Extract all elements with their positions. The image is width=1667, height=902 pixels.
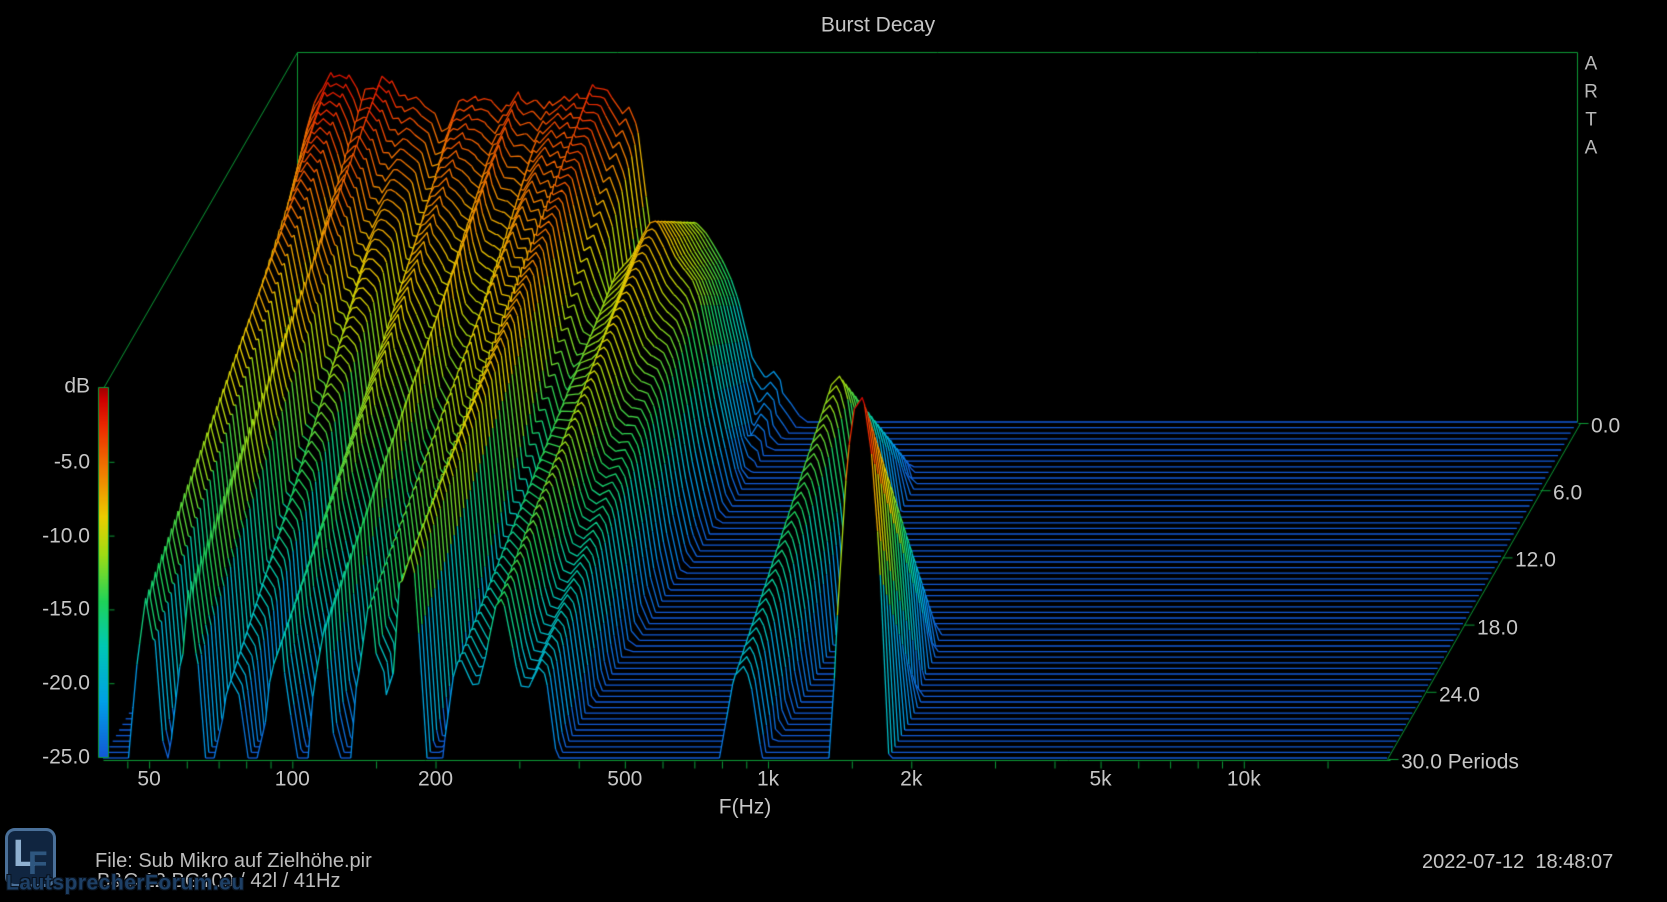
periods-tick-label: 24.0 <box>1439 684 1480 705</box>
arta-badge-letter: R <box>1584 83 1598 102</box>
freq-tick-label: 10k <box>1227 769 1261 790</box>
arta-badge-letter: A <box>1585 139 1598 158</box>
timestamp-label: 2022-07-12 18:48:07 <box>1422 852 1613 872</box>
db-tick-label: -15.0 <box>42 599 90 620</box>
burst-decay-window: Burst Decay A R T A dB F(Hz) L F Lautspr… <box>0 0 1667 902</box>
file-name-label: File: Sub Mikro auf Zielhöhe.pir <box>95 851 372 871</box>
db-tick-label: -20.0 <box>42 673 90 694</box>
page-title: Burst Decay <box>821 15 935 36</box>
freq-axis-title: F(Hz) <box>719 797 771 818</box>
periods-tick-label: 18.0 <box>1477 617 1518 638</box>
db-tick-label: -5.0 <box>54 451 90 472</box>
freq-tick-label: 5k <box>1089 769 1111 790</box>
freq-tick-label: 500 <box>607 769 642 790</box>
db-axis-title: dB <box>64 376 90 397</box>
db-tick-label: -10.0 <box>42 525 90 546</box>
periods-tick-label: 30.0 Periods <box>1401 752 1519 773</box>
arta-badge-letter: T <box>1585 111 1597 130</box>
periods-tick-label: 0.0 <box>1591 416 1620 437</box>
freq-tick-label: 100 <box>275 769 310 790</box>
freq-tick-label: 50 <box>137 769 160 790</box>
freq-tick-label: 1k <box>757 769 779 790</box>
watermark-text: LautsprecherForum.eu <box>6 873 245 894</box>
arta-badge-letter: A <box>1585 55 1598 74</box>
freq-tick-label: 2k <box>900 769 922 790</box>
db-tick-label: -25.0 <box>42 747 90 768</box>
freq-tick-label: 200 <box>418 769 453 790</box>
periods-tick-label: 6.0 <box>1553 483 1582 504</box>
periods-tick-label: 12.0 <box>1515 550 1556 571</box>
